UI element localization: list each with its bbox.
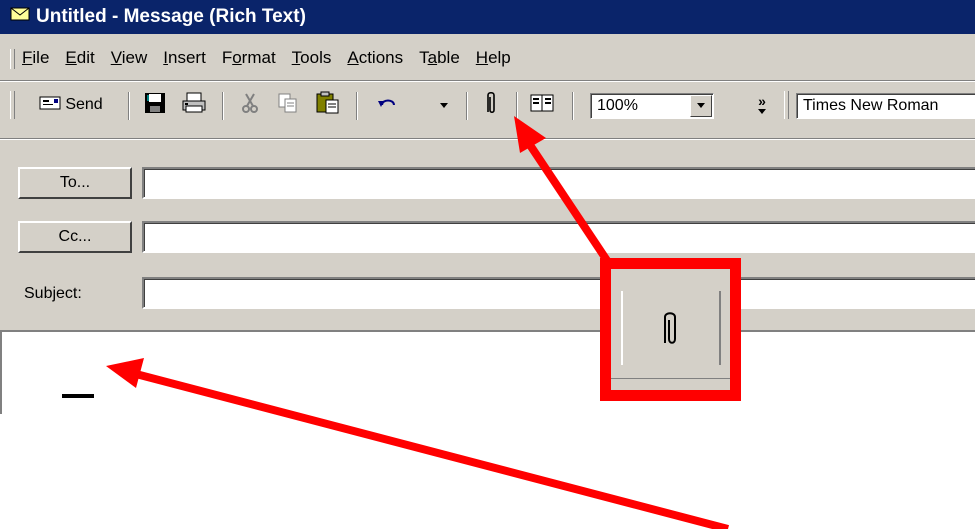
- arrow-to-attach-button: [514, 116, 612, 265]
- arrow-to-message-body: [106, 358, 730, 529]
- annotation-arrows: [106, 116, 730, 529]
